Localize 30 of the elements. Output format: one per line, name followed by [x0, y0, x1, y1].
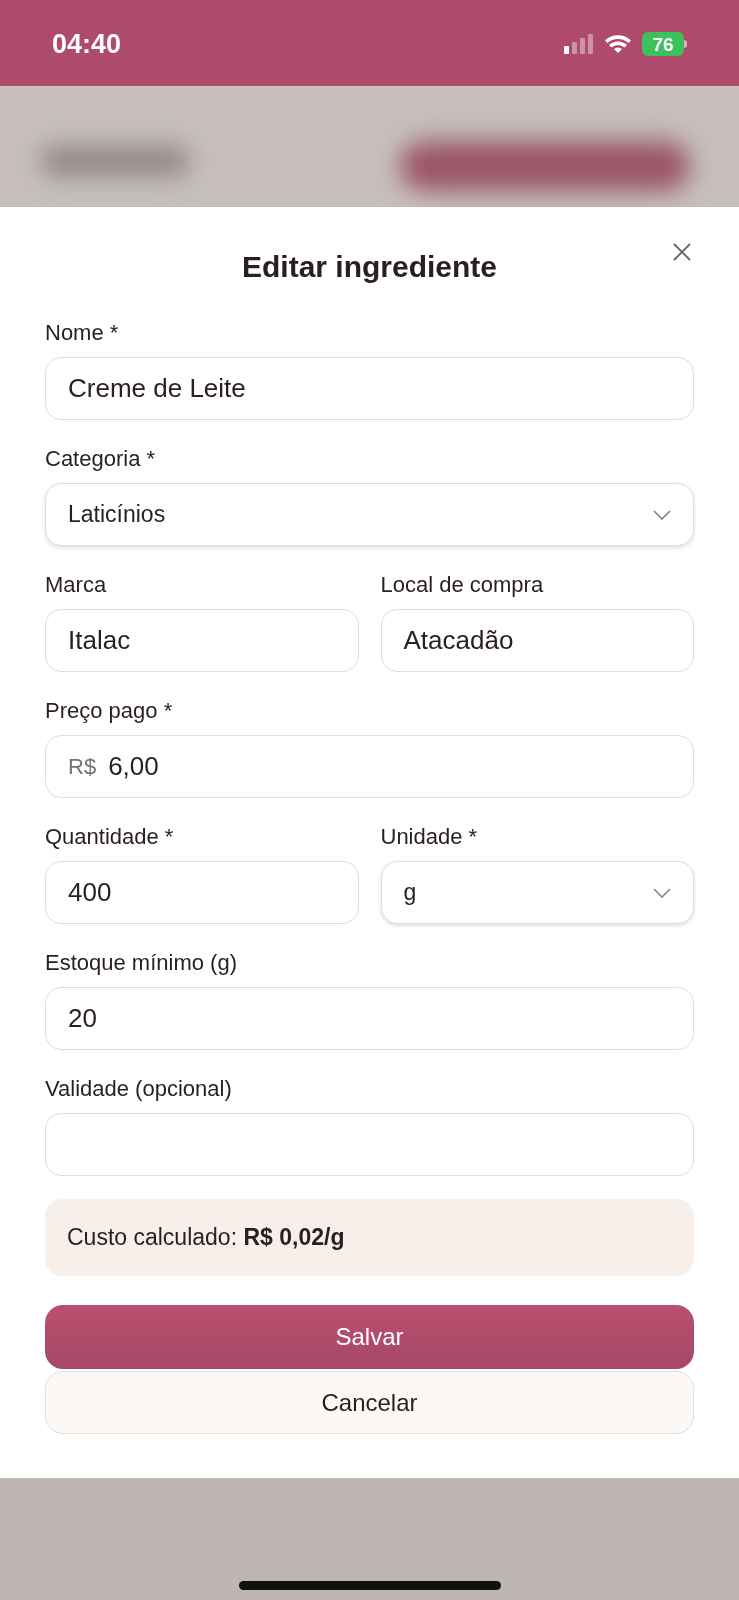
dialog-title: Editar ingrediente	[241, 249, 497, 285]
close-icon	[673, 243, 691, 261]
field-label: Nome *	[45, 319, 120, 347]
input-field[interactable]: Atacadão	[380, 609, 694, 672]
field-label: Categoria *	[45, 445, 157, 473]
wifi-icon	[604, 34, 632, 54]
signal-icon	[564, 34, 594, 54]
input-field[interactable]	[45, 1113, 694, 1176]
field-label: Preço pago *	[45, 697, 174, 725]
cost-summary: Custo calculado: R$ 0,02/g	[45, 1199, 694, 1276]
input-field[interactable]: Italac	[45, 609, 359, 672]
save-button[interactable]: Salvar	[45, 1305, 694, 1369]
chevron-down-icon	[653, 509, 671, 520]
field-label: Marca	[45, 571, 108, 599]
field-label: Unidade *	[380, 823, 479, 851]
select-field[interactable]: Laticínios	[45, 483, 694, 546]
input-field[interactable]: R$ 6,00	[45, 735, 694, 798]
cancel-button[interactable]: Cancelar	[45, 1371, 694, 1434]
input-field[interactable]: 20	[45, 987, 694, 1050]
field-label: Estoque mínimo (g)	[45, 949, 238, 977]
clock: 04:40	[52, 27, 122, 61]
select-field[interactable]: g	[380, 861, 694, 924]
input-field[interactable]: Creme de Leite	[45, 357, 694, 420]
field-label: Quantidade *	[45, 823, 175, 851]
field-label: Validade (opcional)	[45, 1075, 233, 1103]
currency-prefix: R$	[68, 753, 97, 781]
chevron-down-icon	[653, 887, 671, 898]
field-label: Local de compra	[380, 571, 545, 599]
battery-level: 76	[652, 34, 674, 54]
input-field[interactable]: 400	[45, 861, 359, 924]
